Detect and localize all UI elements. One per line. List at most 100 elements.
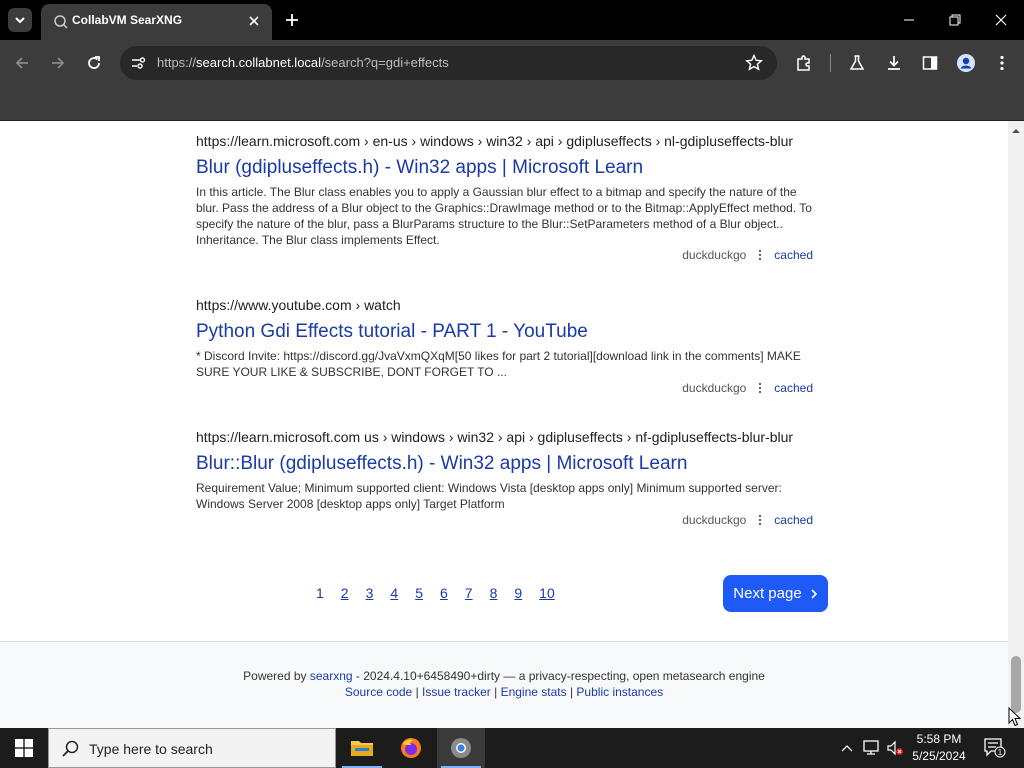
pagination: 1 2 3 4 5 6 7 8 9 10 — [316, 585, 572, 605]
toolbar-separator — [830, 54, 831, 72]
side-panel-button[interactable] — [918, 51, 942, 75]
searxng-favicon-icon — [54, 15, 68, 29]
site-info-icon[interactable] — [128, 53, 148, 73]
page-link-4[interactable]: 4 — [390, 585, 398, 605]
labs-button[interactable] — [845, 51, 869, 75]
vertical-dots-icon — [754, 380, 766, 396]
notification-icon: 1 — [984, 738, 1006, 758]
url-path: /search?q=gdi+effects — [321, 55, 449, 70]
download-icon — [888, 56, 900, 70]
close-window-button[interactable] — [989, 8, 1013, 32]
forward-arrow-icon — [52, 57, 65, 69]
searxng-link[interactable]: searxng — [310, 669, 353, 683]
clock-time: 5:58 PM — [916, 732, 962, 746]
browser-tab-bar: CollabVM SearXNG — [0, 0, 1024, 40]
volume-button[interactable] — [885, 738, 905, 758]
tab-search-button[interactable] — [8, 8, 32, 32]
downloads-button[interactable] — [882, 51, 906, 75]
close-tab-icon[interactable] — [246, 13, 262, 29]
page-link-7[interactable]: 7 — [465, 585, 473, 605]
issue-tracker-link[interactable]: Issue tracker — [422, 685, 491, 699]
result-title-link[interactable]: Blur::Blur (gdipluseffects.h) - Win32 ap… — [196, 453, 816, 475]
scroll-up-arrow-icon[interactable] — [1008, 123, 1024, 139]
address-bar[interactable]: https://search.collabnet.local/search?q=… — [120, 46, 777, 80]
search-icon — [62, 740, 79, 757]
page-link-8[interactable]: 8 — [490, 585, 498, 605]
footer-separator: | — [569, 685, 574, 699]
page-link-9[interactable]: 9 — [514, 585, 522, 605]
chrome-icon — [451, 738, 471, 758]
puzzle-icon — [797, 55, 810, 71]
file-explorer-button[interactable] — [338, 728, 386, 768]
engine-name: duckduckgo — [682, 381, 747, 395]
start-button[interactable] — [0, 728, 48, 768]
search-result: https://www.youtube.com › watch Python G… — [196, 297, 816, 395]
extensions-button[interactable] — [792, 51, 816, 75]
back-button[interactable] — [10, 51, 34, 75]
page-link-6[interactable]: 6 — [440, 585, 448, 605]
network-icon — [863, 740, 879, 755]
vertical-dots-icon — [754, 247, 766, 263]
footer-separator: | — [494, 685, 498, 699]
page-link-3[interactable]: 3 — [366, 585, 374, 605]
bookmarks-bar — [0, 86, 1024, 121]
new-tab-icon[interactable] — [283, 11, 301, 29]
footer-powered-line: Powered by searxng - 2024.4.10+6458490+d… — [0, 669, 1008, 683]
engine-name: duckduckgo — [682, 513, 747, 527]
page-link-1[interactable]: 1 — [316, 585, 324, 605]
browser-tab[interactable]: CollabVM SearXNG — [41, 4, 272, 40]
side-panel-icon — [922, 56, 938, 70]
restore-icon — [949, 14, 961, 26]
windows-taskbar: Type here to search 5:58 PM 5/25/2024 1 — [0, 728, 1024, 768]
search-result: https://learn.microsoft.com › en-us › wi… — [196, 133, 816, 262]
clock-date: 5/25/2024 — [912, 749, 966, 763]
result-engines: duckduckgo cached — [682, 380, 813, 396]
taskbar-search-box[interactable]: Type here to search — [48, 728, 336, 768]
search-result: https://learn.microsoft.com us › windows… — [196, 429, 816, 527]
profile-button[interactable] — [954, 51, 978, 75]
cached-link[interactable]: cached — [774, 513, 813, 527]
version-text: - 2024.4.10+6458490+dirty — a privacy-re… — [355, 669, 765, 683]
result-engines: duckduckgo cached — [682, 512, 813, 528]
kebab-menu-icon — [1000, 55, 1004, 71]
bookmark-star-icon[interactable] — [744, 53, 764, 73]
reload-button[interactable] — [82, 51, 106, 75]
restore-button[interactable] — [943, 8, 967, 32]
firefox-icon — [401, 738, 421, 758]
source-code-link[interactable]: Source code — [345, 685, 412, 699]
folder-icon — [351, 741, 373, 756]
page-link-2[interactable]: 2 — [341, 585, 349, 605]
minimize-icon — [904, 19, 914, 21]
powered-by-text: Powered by — [243, 669, 307, 683]
chevron-down-icon — [15, 17, 25, 24]
public-instances-link[interactable]: Public instances — [576, 685, 663, 699]
firefox-button[interactable] — [387, 728, 435, 768]
page-scrollbar[interactable] — [1008, 121, 1024, 728]
scroll-thumb[interactable] — [1011, 656, 1021, 713]
page-link-10[interactable]: 10 — [539, 585, 555, 605]
result-url: https://www.youtube.com › watch — [196, 297, 401, 313]
menu-button[interactable] — [990, 51, 1014, 75]
result-snippet: * Discord Invite: https://discord.gg/Jva… — [196, 349, 801, 379]
result-snippet: Requirement Value; Minimum supported cli… — [196, 481, 782, 511]
chevron-right-icon — [811, 588, 817, 599]
flask-icon — [849, 55, 865, 70]
minimize-button[interactable] — [897, 8, 921, 32]
chrome-button[interactable] — [437, 728, 485, 768]
forward-button[interactable] — [46, 51, 70, 75]
footer-links: Source code | Issue tracker | Engine sta… — [0, 685, 1008, 699]
page-link-5[interactable]: 5 — [415, 585, 423, 605]
notifications-button[interactable]: 1 — [980, 736, 1008, 760]
cached-link[interactable]: cached — [774, 248, 813, 262]
taskbar-clock[interactable]: 5:58 PM 5/25/2024 — [908, 731, 970, 765]
engine-stats-link[interactable]: Engine stats — [501, 685, 567, 699]
mouse-cursor-icon — [1008, 707, 1022, 727]
url-text[interactable]: https://search.collabnet.local/search?q=… — [157, 55, 449, 70]
result-title-link[interactable]: Python Gdi Effects tutorial - PART 1 - Y… — [196, 321, 816, 343]
network-button[interactable] — [861, 738, 881, 758]
result-snippet: In this article. The Blur class enables … — [196, 185, 812, 247]
show-hidden-icons-button[interactable] — [837, 738, 857, 758]
next-page-button[interactable]: Next page — [723, 575, 828, 612]
cached-link[interactable]: cached — [774, 381, 813, 395]
result-title-link[interactable]: Blur (gdipluseffects.h) - Win32 apps | M… — [196, 157, 816, 179]
